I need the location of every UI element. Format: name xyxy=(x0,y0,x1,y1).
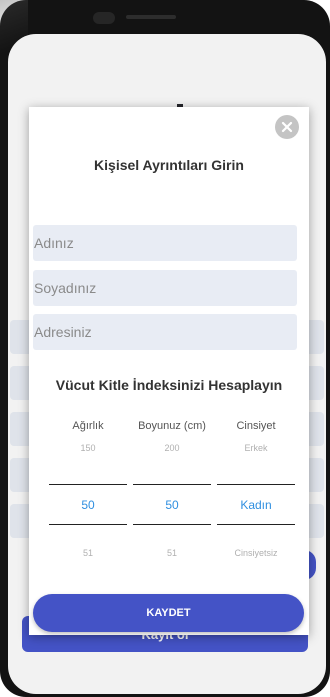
close-button[interactable] xyxy=(275,115,299,139)
save-button[interactable]: KAYDET xyxy=(33,594,304,632)
height-label: Boyunuz (cm) xyxy=(138,420,206,432)
weight-picker[interactable]: 150 50 51 xyxy=(49,443,127,563)
gender-label: Cinsiyet xyxy=(236,420,276,432)
height-option-below[interactable]: 51 xyxy=(133,548,211,558)
modal-title: Kişisel Ayrıntıları Girin xyxy=(94,157,244,173)
gender-option-above[interactable]: Erkek xyxy=(217,443,295,453)
weight-selected-value[interactable]: 50 xyxy=(49,498,127,512)
bmi-section-title: Vücut Kitle İndeksinizi Hesaplayın xyxy=(55,377,283,393)
gender-picker[interactable]: Erkek Kadın Cinsiyetsiz xyxy=(217,443,295,563)
height-picker[interactable]: 200 50 51 xyxy=(133,443,211,563)
close-icon xyxy=(281,121,293,133)
picker-divider xyxy=(133,484,211,485)
picker-divider xyxy=(217,524,295,525)
front-camera xyxy=(93,12,115,24)
surname-input[interactable] xyxy=(33,270,297,306)
name-input[interactable] xyxy=(33,225,297,261)
gender-selected-value[interactable]: Kadın xyxy=(217,498,295,512)
picker-divider xyxy=(217,484,295,485)
picker-divider xyxy=(133,524,211,525)
weight-label: Ağırlık xyxy=(72,420,104,432)
address-input[interactable] xyxy=(33,314,297,350)
height-option-above[interactable]: 200 xyxy=(133,443,211,453)
gender-option-below[interactable]: Cinsiyetsiz xyxy=(217,548,295,558)
weight-option-above[interactable]: 150 xyxy=(49,443,127,453)
personal-details-modal: Kişisel Ayrıntıları Girin Vücut Kitle İn… xyxy=(29,107,309,635)
picker-divider xyxy=(49,524,127,525)
picker-divider xyxy=(49,484,127,485)
earpiece-speaker xyxy=(126,15,176,19)
phone-frame: Kayıt ol Kişisel Ayrıntıları Girin Vücut… xyxy=(0,0,330,697)
weight-option-below[interactable]: 51 xyxy=(49,548,127,558)
height-selected-value[interactable]: 50 xyxy=(133,498,211,512)
